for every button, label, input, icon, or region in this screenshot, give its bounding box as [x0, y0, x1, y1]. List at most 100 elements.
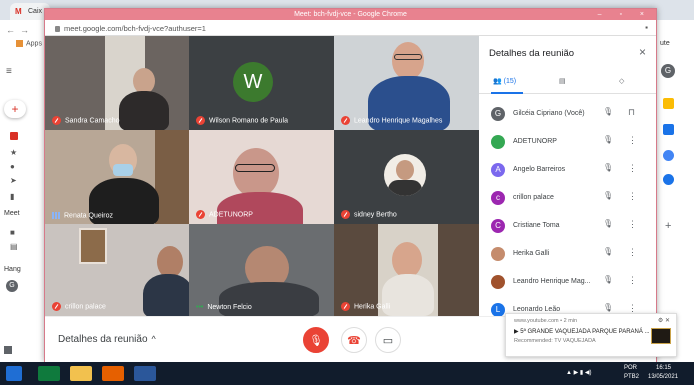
- participant-row[interactable]: Herika Galli 🎙 ⋮: [479, 240, 656, 268]
- participant-name: Gilcéia Cipriano (Você): [513, 110, 585, 117]
- add-addon-icon[interactable]: +: [665, 220, 671, 232]
- calendar-icon[interactable]: [663, 150, 674, 161]
- panel-tabs: 👥 (15) ▤ ◇: [479, 72, 656, 94]
- participant-name: Leandro Henrique Magalhes: [354, 117, 443, 125]
- participant-row[interactable]: c crillon palace 🎙 ⋮: [479, 184, 656, 212]
- word-icon[interactable]: [134, 366, 156, 381]
- more-options-icon[interactable]: ⋮: [628, 219, 637, 230]
- keyboard-icon[interactable]: ▤: [10, 242, 18, 251]
- firefox-icon[interactable]: [102, 366, 124, 381]
- participant-tile[interactable]: ••• Newton Felcio: [189, 224, 334, 316]
- more-options-icon[interactable]: ⋮: [628, 247, 637, 258]
- youtube-notification[interactable]: www.youtube.com • 2 min ⚙ ✕ ▶ 5ª GRANDE …: [505, 313, 677, 357]
- participant-name: Herika Galli: [354, 303, 391, 311]
- participant-name: ADETUNORP: [209, 211, 253, 219]
- tab-chat[interactable]: ▤: [559, 77, 566, 85]
- outer-right-label: ute: [660, 40, 670, 47]
- chevron-up-icon: ^: [151, 334, 156, 344]
- participant-avatar: L: [491, 303, 505, 317]
- participant-name: sidney Bertho: [354, 211, 397, 219]
- mic-off-icon: 🎙: [309, 335, 323, 347]
- panel-title: Detalhes da reunião: [489, 48, 575, 59]
- participant-tile[interactable]: W Wilson Romano de Paula: [189, 36, 334, 130]
- pin-icon[interactable]: ⊓: [628, 107, 635, 118]
- speaking-indicator-icon: [52, 211, 60, 219]
- close-icon[interactable]: ×: [639, 45, 646, 59]
- participant-row[interactable]: Leandro Henrique Mag... 🎙 ⋮: [479, 268, 656, 296]
- participant-tile[interactable]: ADETUNORP: [189, 130, 334, 224]
- leave-call-button[interactable]: ☎: [341, 327, 367, 353]
- participant-row[interactable]: C Cristiane Toma 🎙 ⋮: [479, 212, 656, 240]
- chrome-taskbar-icon[interactable]: [38, 366, 60, 381]
- participant-name: crillon palace: [65, 303, 106, 311]
- tab-activities[interactable]: ◇: [619, 77, 624, 85]
- participant-avatar: [491, 135, 505, 149]
- meeting-details-button[interactable]: Detalhes da reunião ^: [58, 334, 156, 345]
- video-icon[interactable]: ■: [10, 228, 15, 237]
- compose-icon[interactable]: +: [4, 100, 26, 118]
- participant-row[interactable]: G Gilcéia Cipriano (Você) 🎙 ⊓: [479, 100, 656, 128]
- participant-tile[interactable]: Renata Queiroz: [45, 130, 189, 224]
- participant-avatar: G: [491, 107, 505, 121]
- camera-icon: ▭: [382, 335, 394, 347]
- tab-people[interactable]: 👥 (15): [493, 77, 516, 85]
- windows-start-icon[interactable]: [6, 366, 22, 381]
- menu-icon[interactable]: ≡: [6, 66, 12, 77]
- inbox-icon[interactable]: [10, 132, 18, 140]
- more-options-icon[interactable]: ⋮: [628, 135, 637, 146]
- participant-name: Herika Galli: [513, 250, 550, 257]
- keep-icon[interactable]: [663, 98, 674, 109]
- back-icon[interactable]: ←: [6, 25, 15, 35]
- forward-icon[interactable]: →: [20, 25, 29, 35]
- participant-name: ADETUNORP: [513, 138, 557, 145]
- more-options-icon[interactable]: ⋮: [628, 191, 637, 202]
- participant-tile[interactable]: Herika Galli: [334, 224, 479, 316]
- address-bar[interactable]: meet.google.com/bch-fvdj-vce?authuser=1 …: [45, 20, 656, 36]
- clock-icon[interactable]: ●: [10, 162, 15, 171]
- participant-name: Renata Queiroz: [64, 212, 114, 219]
- mic-toggle-button[interactable]: 🎙: [303, 327, 329, 353]
- participant-avatar: W: [233, 62, 273, 102]
- participant-tile[interactable]: crillon palace: [45, 224, 189, 316]
- mic-off-icon: 🎙: [603, 191, 614, 200]
- send-icon[interactable]: ➤: [10, 176, 17, 185]
- notification-controls[interactable]: ⚙ ✕: [658, 317, 670, 324]
- video-grid: Sandra Camacho W Wilson Romano de Paula …: [45, 36, 479, 316]
- muted-mic-icon: [341, 302, 350, 311]
- participant-row[interactable]: ADETUNORP 🎙 ⋮: [479, 128, 656, 156]
- star-icon[interactable]: ★: [10, 148, 17, 157]
- participant-avatar: [491, 247, 505, 261]
- window-controls[interactable]: – ▫ ×: [598, 9, 652, 20]
- extension-icon[interactable]: ▪: [645, 23, 648, 32]
- participant-avatar: c: [491, 191, 505, 205]
- user-avatar-icon[interactable]: G: [6, 280, 18, 292]
- contacts-icon[interactable]: [663, 174, 674, 185]
- apps-bookmark[interactable]: Apps: [16, 40, 42, 47]
- video-thumbnail: [651, 328, 671, 344]
- mic-off-icon: 🎙: [603, 163, 614, 172]
- mic-off-icon: 🎙: [603, 107, 614, 116]
- muted-mic-icon: [52, 302, 61, 311]
- hangup-icon: ☎: [347, 335, 361, 347]
- participant-name: crillon palace: [513, 194, 554, 201]
- file-icon[interactable]: ▮: [10, 192, 14, 201]
- account-avatar[interactable]: G: [661, 64, 675, 78]
- mic-off-icon: 🎙: [603, 303, 614, 312]
- tasks-icon[interactable]: [663, 124, 674, 135]
- participant-tile[interactable]: sidney Bertho: [334, 130, 479, 224]
- more-options-icon[interactable]: ⋮: [628, 275, 637, 286]
- participant-row[interactable]: A Angelo Barreiros 🎙 ⋮: [479, 156, 656, 184]
- lock-icon: [55, 26, 60, 32]
- file-explorer-icon[interactable]: [70, 366, 92, 381]
- more-options-icon[interactable]: ⋮: [628, 163, 637, 174]
- participant-tile[interactable]: Sandra Camacho: [45, 36, 189, 130]
- chat-icon: ▤: [559, 78, 566, 85]
- people-icon: 👥: [493, 78, 502, 85]
- participant-tile[interactable]: Leandro Henrique Magalhes: [334, 36, 479, 130]
- participant-name: Sandra Camacho: [65, 117, 120, 125]
- shapes-icon: ◇: [619, 78, 625, 85]
- camera-toggle-button[interactable]: ▭: [375, 327, 401, 353]
- tray-icons[interactable]: ▲ ▶ ▮ ◀): [566, 369, 591, 376]
- hangouts-icon[interactable]: [4, 346, 12, 354]
- participant-name: Angelo Barreiros: [513, 166, 566, 173]
